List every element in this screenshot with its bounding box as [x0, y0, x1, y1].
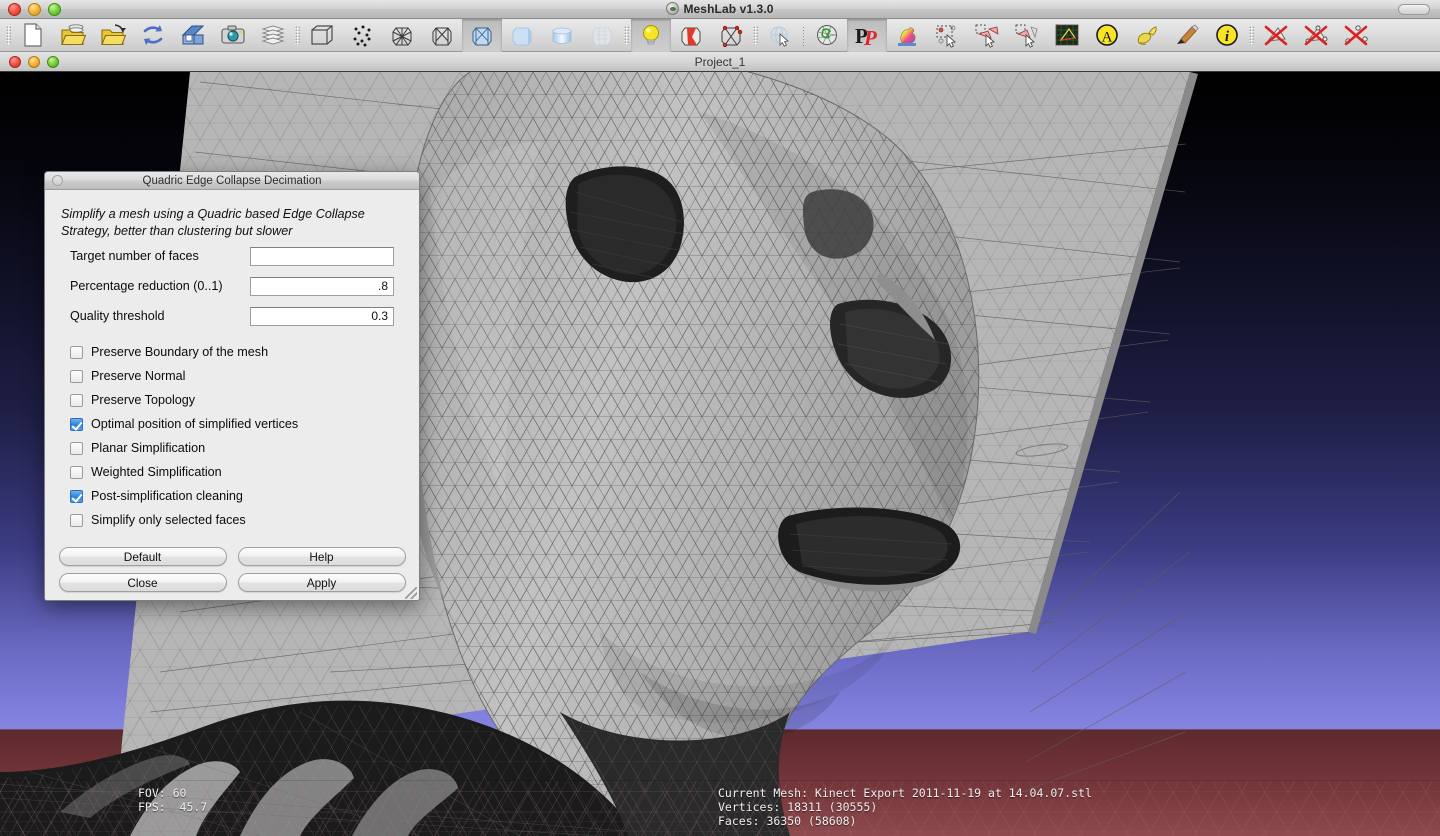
bounding-box-icon[interactable] — [302, 19, 342, 52]
app-title: MeshLab v1.3.0 — [0, 2, 1440, 16]
preserve-normal-checkbox[interactable] — [70, 369, 83, 383]
svg-text:P: P — [863, 26, 877, 48]
delete-faces-vertices-icon[interactable] — [1296, 19, 1336, 52]
main-titlebar: MeshLab v1.3.0 — [0, 0, 1440, 19]
viewport-hud-right: Current Mesh: Kinect Export 2011-11-19 a… — [718, 786, 1092, 828]
layers-icon[interactable] — [253, 19, 293, 52]
dialog-body: Simplify a mesh using a Quadric based Ed… — [45, 190, 419, 600]
quality-threshold-input[interactable] — [250, 306, 394, 326]
delete-vertices-icon[interactable] — [1336, 19, 1376, 52]
select-connected-icon[interactable] — [1007, 19, 1047, 52]
preserve-boundary-checkbox[interactable] — [70, 345, 83, 359]
simplify-only-selected-checkbox[interactable] — [70, 513, 83, 527]
dialog-button-bar: Default Help Close Apply — [45, 547, 419, 592]
field-row-quality-threshold: Quality threshold — [45, 302, 419, 330]
lighting-icon[interactable] — [631, 18, 671, 52]
snapshot-icon[interactable] — [213, 19, 253, 52]
label-quality-threshold: Quality threshold — [70, 309, 165, 323]
paint-brush-icon[interactable] — [1167, 19, 1207, 52]
weighted-simplification-checkbox[interactable] — [70, 465, 83, 479]
help-button[interactable]: Help — [237, 547, 406, 566]
default-button[interactable]: Default — [58, 547, 227, 566]
select-faces-icon[interactable] — [967, 19, 1007, 52]
main-toolbar: P P ! A i — [0, 18, 1440, 52]
delete-faces-icon[interactable] — [1256, 19, 1296, 52]
percentage-reduction-input[interactable] — [250, 276, 394, 296]
flat-lines-render-icon[interactable] — [462, 18, 502, 52]
toolbar-grip[interactable] — [751, 19, 760, 52]
meshlab-application-window: MeshLab v1.3.0 P P ! A i Project_1 FOV: … — [0, 0, 1440, 836]
text-annotation-icon[interactable]: A — [1087, 19, 1127, 52]
checkbox-row-preserve-normal[interactable]: Preserve Normal — [70, 364, 419, 388]
quadric-edge-collapse-dialog[interactable]: Quadric Edge Collapse Decimation Simplif… — [44, 171, 420, 601]
checkbox-row-post-simplification-cleaning[interactable]: Post-simplification cleaning — [70, 484, 419, 508]
planar-simplification-checkbox[interactable] — [70, 441, 83, 455]
resize-grip-icon[interactable] — [405, 587, 417, 599]
measuring-tool-icon[interactable]: ! — [1047, 19, 1087, 52]
label-target-number-of-faces: Target number of faces — [70, 249, 199, 263]
checkbox-row-preserve-boundary[interactable]: Preserve Boundary of the mesh — [70, 340, 419, 364]
label-percentage-reduction: Percentage reduction (0..1) — [70, 279, 223, 293]
svg-text:A: A — [1102, 30, 1113, 46]
hidden-lines-render-icon[interactable] — [422, 19, 462, 52]
checkbox-row-weighted-simplification[interactable]: Weighted Simplification — [70, 460, 419, 484]
apply-button[interactable]: Apply — [237, 573, 406, 592]
close-button[interactable]: Close — [58, 573, 227, 592]
wireframe-render-icon[interactable] — [382, 19, 422, 52]
colorize-icon[interactable] — [887, 19, 927, 52]
planar-simplification-label: Planar Simplification — [91, 441, 206, 455]
texture-render-icon[interactable] — [582, 19, 622, 52]
selection-mesh-icon[interactable] — [807, 19, 847, 52]
new-project-icon[interactable] — [13, 19, 53, 52]
checkbox-row-simplify-only-selected[interactable]: Simplify only selected faces — [70, 508, 419, 532]
optimal-position-label: Optimal position of simplified vertices — [91, 417, 299, 431]
select-rect-icon[interactable] — [927, 19, 967, 52]
checkbox-row-preserve-topology[interactable]: Preserve Topology — [70, 388, 419, 412]
open-project-icon[interactable] — [53, 19, 93, 52]
viewport-hud-left: FOV: 60 FPS: 45.7 — [138, 786, 208, 814]
weighted-simplification-label: Weighted Simplification — [91, 465, 222, 479]
simplify-only-selected-label: Simplify only selected faces — [91, 513, 246, 527]
pick-points-icon[interactable]: P P — [847, 18, 887, 52]
dialog-title: Quadric Edge Collapse Decimation — [142, 174, 322, 187]
target-number-of-faces-input[interactable] — [250, 246, 394, 266]
toolbar-toggle-pill-icon[interactable] — [1398, 4, 1430, 15]
preserve-topology-label: Preserve Topology — [91, 393, 196, 407]
dialog-checkbox-list: Preserve Boundary of the mesh Preserve N… — [45, 340, 419, 532]
field-row-percentage-reduction: Percentage reduction (0..1) — [45, 272, 419, 300]
trackball-icon[interactable] — [760, 19, 800, 52]
smooth-render-icon[interactable] — [542, 19, 582, 52]
points-render-icon[interactable] — [342, 19, 382, 52]
checkbox-row-optimal-position[interactable]: Optimal position of simplified vertices — [70, 412, 419, 436]
flat-render-icon[interactable] — [502, 19, 542, 52]
dialog-description: Simplify a mesh using a Quadric based Ed… — [61, 207, 365, 238]
backface-cull-icon[interactable] — [711, 19, 751, 52]
preserve-boundary-label: Preserve Boundary of the mesh — [91, 345, 269, 359]
info-icon[interactable]: i — [1207, 19, 1247, 52]
toolbar-grip[interactable] — [1247, 19, 1256, 52]
reload-mesh-icon[interactable] — [133, 19, 173, 52]
preserve-normal-label: Preserve Normal — [91, 369, 186, 383]
preserve-topology-checkbox[interactable] — [70, 393, 83, 407]
project-title: Project_1 — [694, 54, 746, 69]
toolbar-grip[interactable] — [622, 19, 631, 52]
toolbar-grip[interactable] — [4, 19, 13, 52]
document-titlebar: Project_1 — [0, 52, 1440, 72]
save-mesh-icon[interactable] — [173, 19, 213, 52]
double-side-icon[interactable] — [671, 19, 711, 52]
meshlab-logo-icon — [666, 2, 680, 15]
toolbar-grip[interactable] — [293, 19, 302, 52]
dialog-titlebar: Quadric Edge Collapse Decimation — [45, 172, 419, 190]
app-title-text: MeshLab v1.3.0 — [683, 2, 774, 16]
optimal-position-checkbox[interactable] — [70, 417, 83, 431]
post-simplification-cleaning-label: Post-simplification cleaning — [91, 489, 243, 503]
z-painting-icon[interactable] — [1127, 19, 1167, 52]
post-simplification-cleaning-checkbox[interactable] — [70, 489, 83, 503]
toolbar-separator — [800, 24, 807, 47]
field-row-target-number-of-faces: Target number of faces — [45, 242, 419, 270]
import-mesh-icon[interactable] — [93, 19, 133, 52]
checkbox-row-planar-simplification[interactable]: Planar Simplification — [70, 436, 419, 460]
